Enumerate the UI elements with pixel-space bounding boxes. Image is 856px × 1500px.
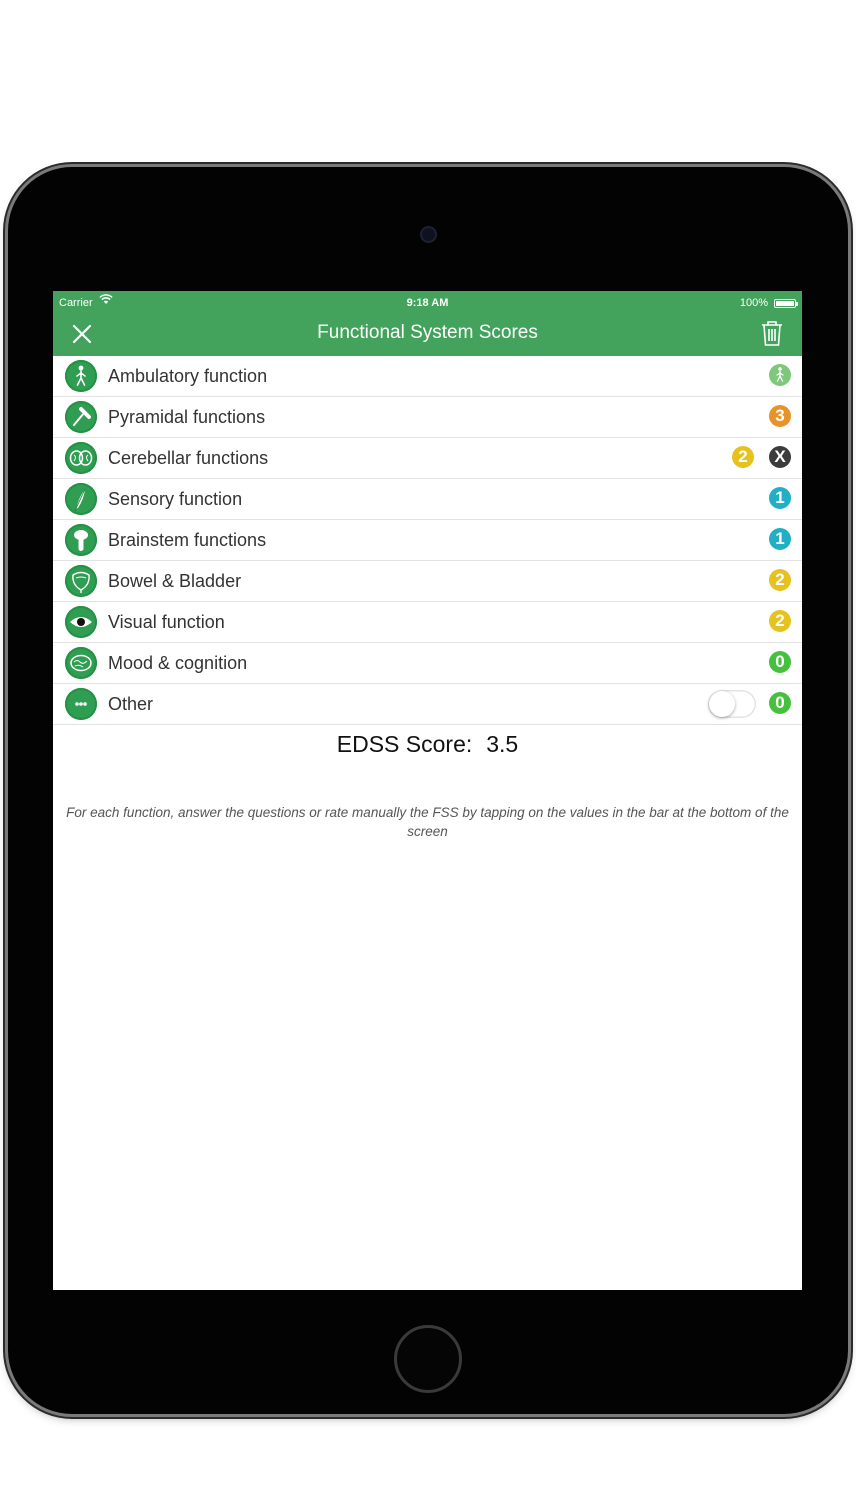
function-row[interactable]: Sensory function 1: [53, 479, 802, 520]
score-badge[interactable]: X: [769, 446, 791, 468]
function-row[interactable]: Mood & cognition 0: [53, 643, 802, 684]
toggle-knob: [709, 691, 735, 717]
bladder-icon: [65, 565, 97, 597]
function-row[interactable]: Ambulatory function: [53, 356, 802, 397]
cerebellum-icon: [65, 442, 97, 474]
battery-icon: [774, 299, 798, 308]
instruction-text: For each function, answer the questions …: [66, 805, 789, 839]
function-label: Mood & cognition: [108, 653, 248, 673]
delete-button[interactable]: [760, 319, 784, 347]
dots-icon: [65, 688, 97, 720]
status-time: 9:18 AM: [406, 297, 449, 309]
function-label: Pyramidal functions: [108, 407, 266, 427]
function-label: Visual function: [108, 612, 225, 632]
reflex-hammer-icon: [65, 401, 97, 433]
walking-person-icon: [65, 360, 97, 392]
function-row[interactable]: Other 0: [53, 684, 802, 725]
walking-person-icon[interactable]: [769, 364, 791, 386]
function-row[interactable]: Pyramidal functions 3: [53, 397, 802, 438]
status-bar: Carrier 9:18 AM 100%: [53, 291, 802, 313]
function-row[interactable]: Bowel & Bladder 2: [53, 561, 802, 602]
edss-score: EDSS Score: 3.5: [53, 731, 802, 758]
function-row[interactable]: Brainstem functions 1: [53, 520, 802, 561]
function-label: Brainstem functions: [108, 530, 267, 550]
brainstem-icon: [65, 524, 97, 556]
feather-icon: [65, 483, 97, 515]
battery-percentage: 100%: [739, 297, 768, 309]
edss-value: 3.5: [486, 731, 519, 757]
page-title: Functional System Scores: [317, 322, 538, 343]
app-screen: Carrier 9:18 AM 100% Functional System S…: [53, 291, 802, 1290]
function-label: Ambulatory function: [108, 366, 268, 386]
score-badge[interactable]: 1: [769, 487, 791, 509]
function-row[interactable]: Visual function 2: [53, 602, 802, 643]
score-badge[interactable]: 2: [769, 569, 791, 591]
function-list: Ambulatory function Pyramidal functions 3 C…: [53, 356, 802, 725]
function-label: Sensory function: [108, 489, 243, 509]
score-badge[interactable]: 1: [769, 528, 791, 550]
edss-label: EDSS Score:: [336, 731, 473, 757]
other-toggle[interactable]: [708, 690, 756, 718]
score-badge[interactable]: 0: [769, 651, 791, 673]
score-badge[interactable]: 3: [769, 405, 791, 427]
function-label: Cerebellar functions: [108, 448, 269, 468]
front-camera: [420, 226, 437, 243]
eye-icon: [65, 606, 97, 638]
score-badge[interactable]: 2: [732, 446, 754, 468]
trash-icon: [762, 321, 782, 346]
brain-icon: [65, 647, 97, 679]
score-badge[interactable]: 0: [769, 692, 791, 714]
navigation-bar: Carrier 9:18 AM 100% Functional System S…: [53, 291, 802, 356]
home-button[interactable]: [394, 1325, 462, 1393]
function-row[interactable]: Cerebellar functions X 2: [53, 438, 802, 479]
function-label: Bowel & Bladder: [108, 571, 242, 591]
score-badge[interactable]: 2: [769, 610, 791, 632]
function-label: Other: [108, 694, 154, 714]
